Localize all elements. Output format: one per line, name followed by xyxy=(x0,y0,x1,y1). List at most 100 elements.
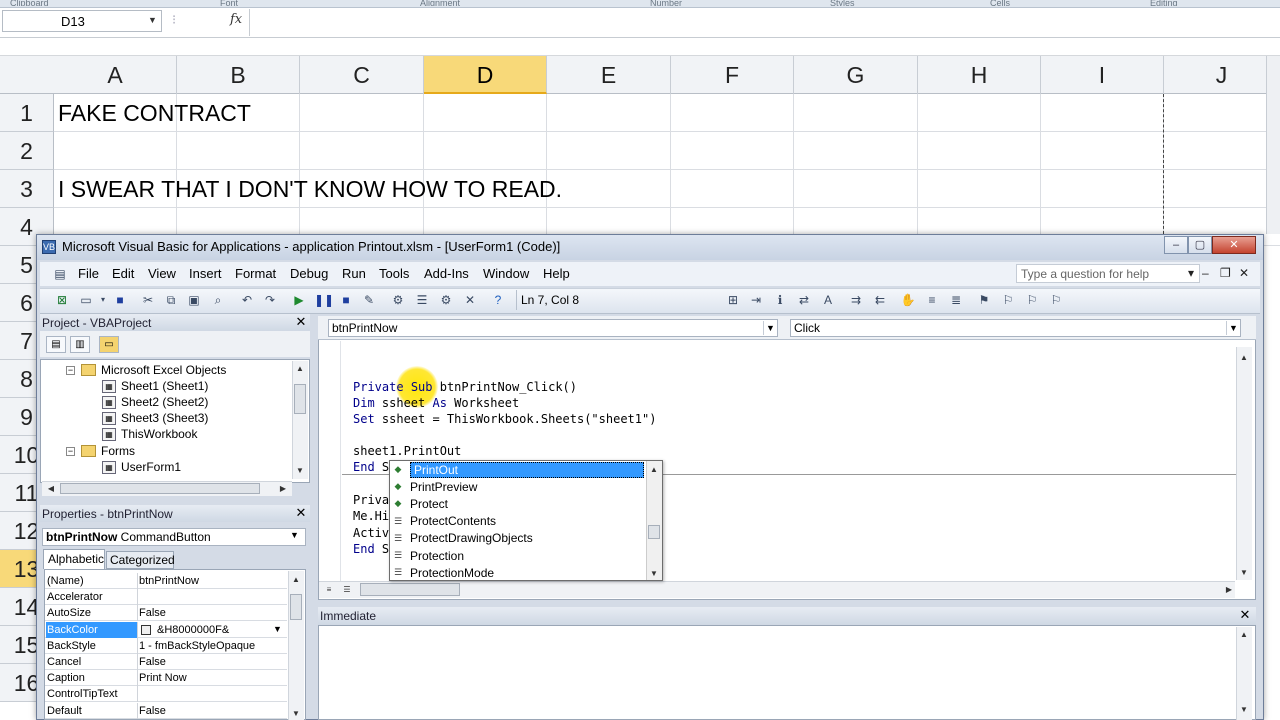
collapse-icon[interactable]: − xyxy=(66,365,75,375)
code-line[interactable]: Private Sub btnPrintNow_Click() xyxy=(353,379,577,395)
scroll-up-icon[interactable]: ▲ xyxy=(647,465,661,474)
view-code-icon[interactable]: ▤ xyxy=(46,336,66,353)
menu-window[interactable]: Window xyxy=(483,266,529,281)
menu-view[interactable]: View xyxy=(148,266,176,281)
scroll-thumb[interactable] xyxy=(60,483,260,494)
procedure-combo[interactable]: Click xyxy=(790,319,1241,337)
property-row[interactable]: BackColor &H8000000F& ▼ xyxy=(45,621,287,638)
menu-tools[interactable]: Tools xyxy=(379,266,409,281)
mdi-close-button[interactable]: ✕ xyxy=(1239,266,1249,280)
previous-bookmark-icon[interactable]: ⚐ xyxy=(1024,292,1040,308)
column-header-c[interactable]: C xyxy=(300,56,424,94)
scroll-thumb[interactable] xyxy=(648,525,660,539)
scroll-down-icon[interactable]: ▼ xyxy=(293,466,307,475)
object-combo[interactable]: btnPrintNow xyxy=(328,319,778,337)
column-header-a[interactable]: A xyxy=(54,56,177,94)
chevron-down-icon[interactable]: ▾ xyxy=(95,292,111,308)
maximize-button[interactable]: ▢ xyxy=(1188,236,1212,254)
help-icon[interactable]: ? xyxy=(490,292,506,308)
toggle-bookmark-icon[interactable]: ⚑ xyxy=(976,292,992,308)
tree-item-workbook[interactable]: ▦ ThisWorkbook xyxy=(102,427,197,441)
property-row[interactable]: BackStyle 1 - fmBackStyleOpaque xyxy=(45,637,287,654)
insert-function-icon[interactable]: fx xyxy=(230,12,242,27)
help-search-input[interactable]: Type a question for help xyxy=(1016,264,1200,283)
autocomplete-item[interactable]: ☰ ProtectionMode xyxy=(391,564,494,581)
reset-icon[interactable]: ■ xyxy=(338,292,354,308)
code-line[interactable]: Me.Hi xyxy=(353,508,389,524)
column-header-h[interactable]: H xyxy=(918,56,1041,94)
module-menu-icon[interactable]: ▤ xyxy=(52,266,68,282)
scroll-down-icon[interactable]: ▼ xyxy=(289,709,303,718)
redo-icon[interactable]: ↷ xyxy=(262,292,278,308)
save-icon[interactable]: ■ xyxy=(112,292,128,308)
close-window-button[interactable]: ✕ xyxy=(1212,236,1256,254)
procedure-view-icon[interactable]: ≡ xyxy=(322,585,336,594)
scroll-down-icon[interactable]: ▼ xyxy=(647,569,661,578)
tab-alphabetic[interactable]: Alphabetic xyxy=(43,549,105,569)
close-icon[interactable]: ✕ xyxy=(294,315,308,329)
menu-help[interactable]: Help xyxy=(543,266,570,281)
toolbox-icon[interactable]: ✕ xyxy=(462,292,478,308)
scroll-thumb[interactable] xyxy=(294,384,306,414)
cut-icon[interactable]: ✂ xyxy=(140,292,156,308)
column-header-d[interactable]: D xyxy=(424,56,547,94)
mdi-minimize-button[interactable]: – xyxy=(1202,266,1209,280)
chevron-down-icon[interactable]: ▾ xyxy=(1188,266,1194,280)
clear-bookmarks-icon[interactable]: ⚐ xyxy=(1048,292,1064,308)
tree-item-sheet[interactable]: ▦ Sheet1 (Sheet1) xyxy=(102,379,208,393)
scroll-up-icon[interactable]: ▲ xyxy=(289,575,303,584)
toggle-folders-icon[interactable]: ▭ xyxy=(99,336,119,353)
scroll-up-icon[interactable]: ▲ xyxy=(1237,630,1251,639)
menu-debug[interactable]: Debug xyxy=(290,266,328,281)
row-header-3[interactable]: 3 xyxy=(0,170,54,208)
mdi-restore-button[interactable]: ❐ xyxy=(1220,266,1231,280)
property-row[interactable]: ControlTipText xyxy=(45,686,287,703)
property-row[interactable]: Default False xyxy=(45,702,287,719)
undo-icon[interactable]: ↶ xyxy=(239,292,255,308)
next-bookmark-icon[interactable]: ⚐ xyxy=(1000,292,1016,308)
row-header-2[interactable]: 2 xyxy=(0,132,54,170)
project-explorer-icon[interactable]: ⚙ xyxy=(390,292,406,308)
autocomplete-scrollbar[interactable] xyxy=(646,461,662,580)
chevron-down-icon[interactable]: ▼ xyxy=(1226,321,1240,335)
scroll-thumb[interactable] xyxy=(290,594,302,620)
indent-icon[interactable]: ⇉ xyxy=(848,292,864,308)
autocomplete-item[interactable]: ◆ Protect xyxy=(391,495,448,512)
minimize-button[interactable]: – xyxy=(1164,236,1188,254)
scroll-up-icon[interactable]: ▲ xyxy=(293,364,307,373)
toggle-breakpoint-icon[interactable]: ✋ xyxy=(900,292,916,308)
chevron-down-icon[interactable]: ▼ xyxy=(273,624,282,634)
break-icon[interactable]: ❚❚ xyxy=(314,292,334,308)
column-header-e[interactable]: E xyxy=(547,56,671,94)
autocomplete-item[interactable]: ☰ Protection xyxy=(391,547,464,564)
chevron-down-icon[interactable]: ▼ xyxy=(763,321,777,335)
menu-addins[interactable]: Add-Ins xyxy=(424,266,469,281)
menu-insert[interactable]: Insert xyxy=(189,266,222,281)
full-module-view-icon[interactable]: ☰ xyxy=(340,585,354,594)
code-line[interactable]: sheet1.PrintOut xyxy=(353,443,461,459)
scroll-right-icon[interactable]: ▶ xyxy=(276,484,290,493)
chevron-down-icon[interactable]: ▼ xyxy=(148,15,157,25)
chevron-down-icon[interactable]: ▼ xyxy=(290,530,299,540)
property-row[interactable]: Caption Print Now xyxy=(45,670,287,687)
menu-edit[interactable]: Edit xyxy=(112,266,134,281)
property-row[interactable]: AutoSize False xyxy=(45,605,287,622)
autocomplete-item[interactable]: ◆ PrintPreview xyxy=(391,478,478,495)
object-browser-icon[interactable]: ⚙ xyxy=(438,292,454,308)
design-mode-icon[interactable]: ✎ xyxy=(361,292,377,308)
row-header-1[interactable]: 1 xyxy=(0,94,54,132)
tree-item-form[interactable]: ▦ UserForm1 xyxy=(102,460,181,474)
code-line[interactable]: Priva xyxy=(353,492,389,508)
scroll-thumb[interactable] xyxy=(360,583,460,596)
sheet-vertical-scrollbar[interactable] xyxy=(1266,56,1280,234)
scroll-left-icon[interactable]: ◀ xyxy=(44,484,58,493)
list-constants-icon[interactable]: ⇥ xyxy=(748,292,764,308)
collapse-icon[interactable]: − xyxy=(66,446,75,456)
cell-a3[interactable]: I SWEAR THAT I DON'T KNOW HOW TO READ. xyxy=(58,170,562,208)
outdent-icon[interactable]: ⇇ xyxy=(872,292,888,308)
properties-window-icon[interactable]: ☰ xyxy=(414,292,430,308)
tree-item-folder[interactable]: − Microsoft Excel Objects xyxy=(66,363,226,377)
immediate-window[interactable] xyxy=(318,625,1256,720)
cell-a1[interactable]: FAKE CONTRACT xyxy=(58,94,251,132)
autocomplete-item[interactable]: ◆ PrintOut xyxy=(391,461,644,478)
